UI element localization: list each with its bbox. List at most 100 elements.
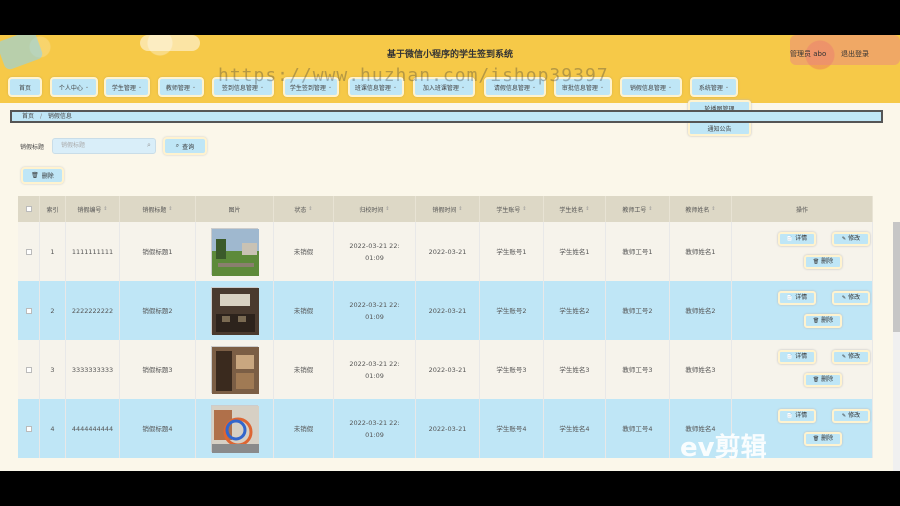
detail-button[interactable]: 📄 详情 (778, 409, 816, 423)
edit-icon: ✎ (841, 413, 847, 419)
trash-icon: 🗑 (812, 318, 820, 324)
cell-text-title: 销假标题1 (142, 247, 173, 256)
trash-icon: 🗑 (812, 436, 820, 442)
breadcrumb-current: 销假信息 (47, 113, 72, 120)
nav-item-label: 学生管理 (111, 84, 136, 92)
nav-item-1[interactable]: 个人中心 ⌄ (50, 77, 98, 97)
edit-button-label: 修改 (848, 412, 861, 419)
edit-button[interactable]: ✎ 修改 (832, 232, 870, 246)
detail-button-label: 详情 (795, 294, 808, 301)
select-all-checkbox[interactable] (25, 206, 32, 212)
column-header: 操作 (732, 196, 873, 222)
nav-item-0[interactable]: 首页 (8, 77, 42, 97)
delete-button[interactable]: 🗑 删除 (804, 373, 842, 387)
scrollbar-thumb[interactable] (893, 222, 900, 332)
cell-text-stu-name: 学生姓名3 (559, 365, 590, 374)
row-checkbox[interactable] (25, 366, 32, 373)
cell-text-index: 2 (50, 306, 55, 315)
row-image (212, 406, 259, 453)
cell-text-tea-name: 教师姓名1 (685, 247, 716, 256)
chevron-down-icon: ⌄ (137, 84, 143, 90)
nav-item-2[interactable]: 学生管理 ⌄ (104, 77, 150, 97)
cell-text-code: 4444444444 (71, 424, 114, 433)
table-cell: 2022-03-21 22:01:09 (334, 281, 416, 340)
column-header: 学生姓名 ⇕ (544, 196, 606, 222)
column-header-label: 归校时间 (359, 206, 384, 214)
table-cell: 学生账号3 (480, 340, 544, 399)
sort-icon[interactable]: ⇕ (711, 206, 715, 212)
cell-text-tea-no: 教师工号2 (622, 306, 653, 315)
delete-button[interactable]: 🗑 删除 (804, 255, 842, 269)
sort-icon[interactable]: ⇕ (103, 206, 107, 212)
cell-text-index: 4 (50, 424, 55, 433)
sort-icon[interactable]: ⇕ (585, 206, 589, 212)
table-cell: 1 (40, 222, 66, 281)
page-title: 基于微信小程序的学生签到系统 (386, 50, 513, 60)
chevron-down-icon: ⌄ (724, 84, 730, 90)
column-header-label: 操作 (795, 206, 808, 214)
search-icon: ⌕ (147, 141, 151, 149)
logout-link[interactable]: 退出登录 (841, 49, 869, 59)
column-header[interactable] (18, 196, 40, 222)
table-row: 2 2222222222 销假标题2 未销假 2022-03-21 22:01:09 20… (18, 281, 873, 340)
edit-button[interactable]: ✎ 修改 (832, 350, 870, 364)
table-cell: 2022-03-21 (416, 222, 480, 281)
sort-icon[interactable]: ⇕ (168, 206, 172, 212)
table-cell: 学生姓名3 (544, 340, 606, 399)
chevron-down-icon: ⌄ (667, 84, 673, 90)
search-input[interactable]: 销假标题 (52, 138, 156, 154)
sort-icon[interactable]: ⇕ (648, 206, 652, 212)
table-cell: 2022-03-21 22:01:09 (334, 340, 416, 399)
query-button[interactable]: ⌕ 查询 (163, 137, 207, 155)
edit-button[interactable]: ✎ 修改 (832, 291, 870, 305)
sort-icon[interactable]: ⇕ (385, 206, 389, 212)
table-cell (18, 281, 40, 340)
edit-icon: ✎ (841, 295, 847, 301)
sort-icon[interactable]: ⇕ (308, 206, 312, 212)
scrollbar[interactable] (893, 222, 900, 471)
column-header-label: 销假编号 (77, 206, 102, 214)
nav-item-label: 个人中心 (58, 84, 83, 92)
breadcrumb: 首页 / 销假信息 (10, 110, 883, 123)
cell-text-cancel-date: 2022-03-21 (428, 365, 467, 374)
row-checkbox[interactable] (25, 307, 32, 314)
table-cell: 3333333333 (66, 340, 120, 399)
edit-icon: ✎ (841, 354, 847, 360)
table-cell (18, 222, 40, 281)
column-header-label: 索引 (46, 206, 59, 214)
column-header: 学生账号 ⇕ (480, 196, 544, 222)
column-header-label: 学生姓名 (559, 206, 584, 214)
delete-button[interactable]: 🗑 删除 (804, 432, 842, 446)
table-cell: 1111111111 (66, 222, 120, 281)
table-cell: 2 (40, 281, 66, 340)
column-header: 销假时间 ⇕ (416, 196, 480, 222)
cell-text-return-time: 2022-03-21 22:01:09 (349, 418, 400, 439)
cell-text-code: 1111111111 (71, 247, 114, 256)
nav-item-11[interactable]: 系统管理 ⌄ (690, 77, 738, 97)
edit-button[interactable]: ✎ 修改 (832, 409, 870, 423)
cell-text-stu-name: 学生姓名4 (559, 424, 590, 433)
detail-button[interactable]: 📄 详情 (778, 291, 816, 305)
table-cell: 未销假 (274, 281, 334, 340)
breadcrumb-home[interactable]: 首页 (22, 113, 34, 120)
sort-icon[interactable]: ⇕ (522, 206, 526, 212)
sort-icon[interactable]: ⇕ (458, 206, 462, 212)
table-cell: 📄 详情 ✎ 修改 🗑 删除 (732, 340, 873, 399)
row-checkbox[interactable] (25, 248, 32, 255)
column-header: 索引 (40, 196, 66, 222)
batch-delete-button[interactable]: 🗑 删除 (21, 167, 64, 184)
row-checkbox[interactable] (25, 425, 32, 432)
detail-button[interactable]: 📄 详情 (778, 232, 816, 246)
nav-item-3[interactable]: 教师管理 ⌄ (158, 77, 204, 97)
cell-text-cancel-date: 2022-03-21 (428, 424, 467, 433)
nav-item-label: 销假信息管理 (629, 84, 666, 92)
table-cell: 📄 详情 ✎ 修改 🗑 删除 (732, 222, 873, 281)
table-cell (196, 340, 274, 399)
table-cell: 教师工号4 (606, 399, 670, 458)
cell-text-tea-no: 教师工号4 (622, 424, 653, 433)
nav-item-10[interactable]: 销假信息管理 ⌄ (620, 77, 682, 97)
delete-button[interactable]: 🗑 删除 (804, 314, 842, 328)
detail-button[interactable]: 📄 详情 (778, 350, 816, 364)
breadcrumb-separator: / (39, 113, 42, 120)
delete-button-label: 删除 (821, 317, 834, 324)
